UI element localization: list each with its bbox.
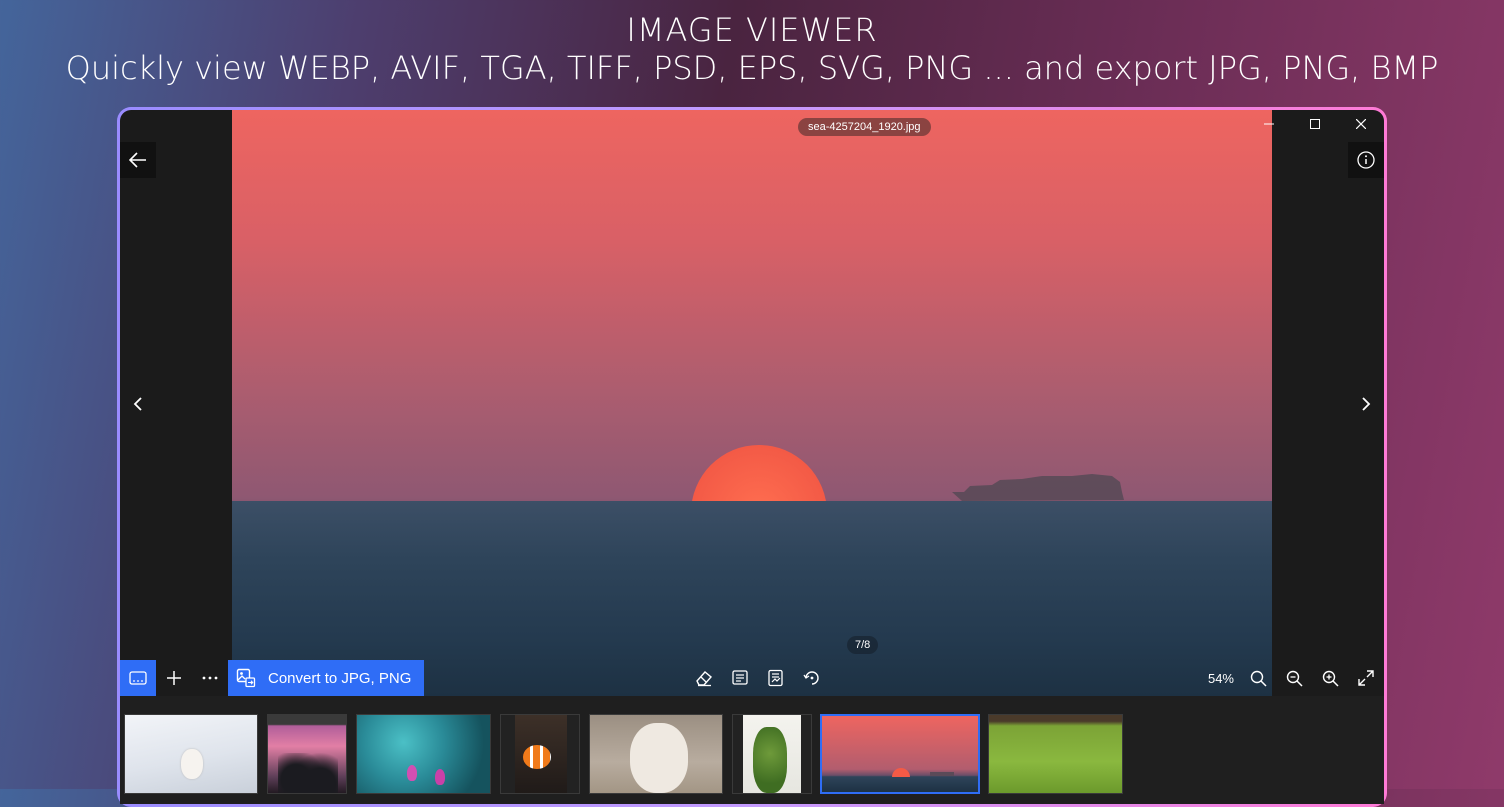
zoom-in-button[interactable] — [1312, 660, 1348, 696]
crop-icon — [732, 670, 748, 685]
device-frame: sea-4257204_1920.jpg 7/8 Convert to JPG,… — [117, 107, 1387, 807]
minimize-icon[interactable] — [1246, 110, 1292, 138]
thumbnail-sea-sunset[interactable] — [820, 714, 980, 794]
zoom-level: 54% — [1207, 670, 1234, 686]
more-icon — [202, 676, 218, 680]
thumbnail-white-dog[interactable] — [589, 714, 723, 794]
edit-icon — [768, 669, 783, 687]
eraser-button[interactable] — [686, 660, 722, 696]
maximize-icon[interactable] — [1292, 110, 1338, 138]
main-image[interactable]: sea-4257204_1920.jpg 7/8 — [232, 110, 1272, 696]
image-counter: 7/8 — [847, 636, 879, 654]
window-controls — [1246, 110, 1384, 138]
info-icon — [1357, 151, 1375, 169]
thumbnail-clownfish[interactable] — [500, 714, 580, 794]
thumbnail-white-cat-snow[interactable] — [124, 714, 258, 794]
convert-image-icon — [236, 668, 256, 688]
search-button[interactable] — [1240, 660, 1276, 696]
hero-title: IMAGE VIEWER Quickly view WEBP, AVIF, TG… — [0, 12, 1504, 88]
ship-shape — [952, 474, 1124, 501]
fullscreen-icon — [1358, 670, 1374, 686]
close-icon[interactable] — [1338, 110, 1384, 138]
next-image-button[interactable] — [1354, 386, 1378, 422]
convert-button-label: Convert to JPG, PNG — [268, 669, 412, 687]
rotate-button[interactable] — [794, 660, 830, 696]
rotate-icon — [803, 671, 819, 685]
filmstrip-toggle-button[interactable] — [120, 660, 156, 696]
thumbnail-bananas[interactable] — [732, 714, 812, 794]
previous-image-button[interactable] — [126, 386, 150, 422]
eraser-icon — [696, 671, 712, 687]
back-arrow-icon — [129, 152, 146, 168]
filename-label: sea-4257204_1920.jpg — [798, 118, 931, 136]
edit-button[interactable] — [758, 660, 794, 696]
back-button[interactable] — [120, 142, 156, 178]
thumbnail-green-field[interactable] — [988, 714, 1123, 794]
viewer-window: sea-4257204_1920.jpg 7/8 Convert to JPG,… — [120, 110, 1384, 804]
convert-button[interactable]: Convert to JPG, PNG — [228, 660, 425, 696]
crop-button[interactable] — [722, 660, 758, 696]
info-button[interactable] — [1348, 142, 1384, 178]
chevron-right-icon — [1362, 397, 1371, 411]
zoom-out-button[interactable] — [1276, 660, 1312, 696]
app-title: IMAGE VIEWER — [626, 11, 878, 49]
thumbnail-strip — [120, 696, 1384, 804]
add-button[interactable] — [156, 660, 192, 696]
chevron-left-icon — [133, 397, 142, 411]
filmstrip-icon — [129, 671, 147, 685]
bottom-toolbar: Convert to JPG, PNG 54% — [120, 660, 1384, 696]
search-icon — [1250, 670, 1267, 687]
fullscreen-button[interactable] — [1348, 660, 1384, 696]
zoom-out-icon — [1286, 670, 1303, 687]
more-button[interactable] — [192, 660, 228, 696]
thumbnail-pink-sky-trees[interactable] — [267, 714, 347, 794]
app-subtitle: Quickly view WEBP, AVIF, TGA, TIFF, PSD,… — [65, 49, 1439, 87]
plus-icon — [167, 671, 181, 685]
zoom-in-icon — [1322, 670, 1339, 687]
thumbnail-lotus-pond[interactable] — [356, 714, 491, 794]
